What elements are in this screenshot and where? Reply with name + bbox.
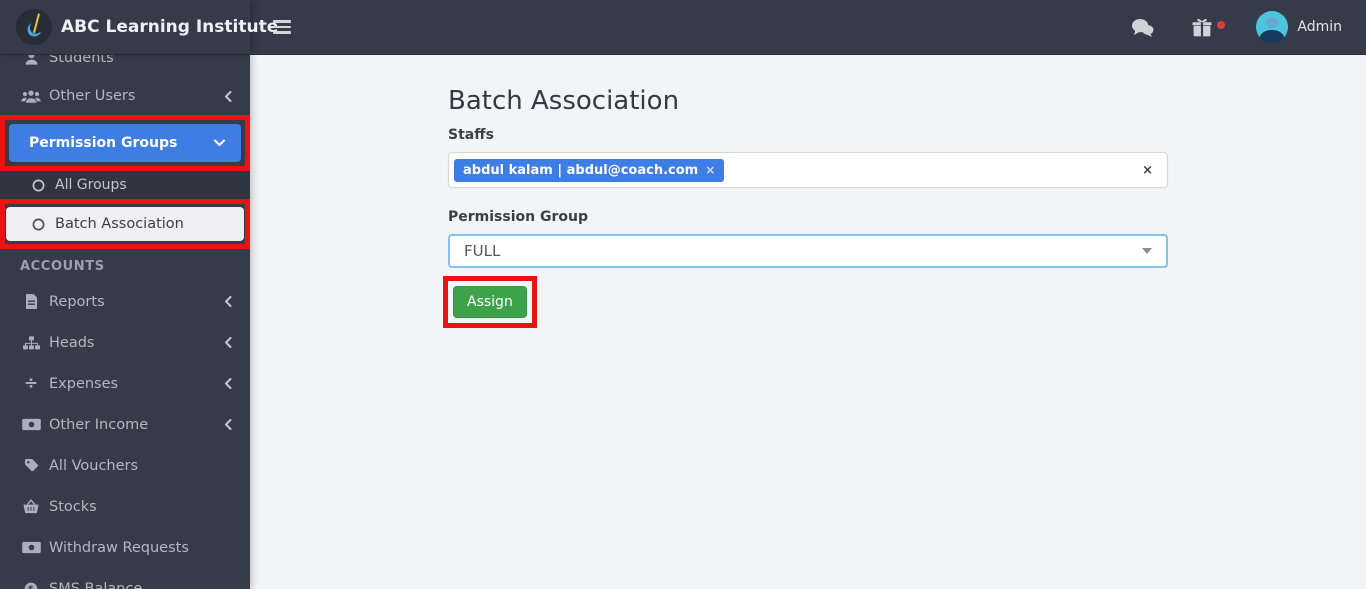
student-icon [20,55,42,66]
chevron-left-icon [224,378,232,389]
menu-toggle-button[interactable] [270,13,294,41]
sidebar-item-permission-groups[interactable]: Permission Groups [9,124,241,162]
money-icon [20,541,42,554]
clear-selection-icon[interactable]: × [1142,163,1153,178]
sidebar-item-withdraw-requests[interactable]: Withdraw Requests [0,527,250,568]
menu-icon [273,20,291,34]
staff-tag: abdul kalam | abdul@coach.com × [454,159,724,182]
permission-group-select[interactable]: FULL [448,234,1168,268]
sidebar-item-all-vouchers[interactable]: All Vouchers [0,445,250,486]
chevron-left-icon [224,337,232,348]
sidebar-item-reports[interactable]: Reports [0,281,250,322]
sidebar-item-label: Heads [49,335,224,351]
circle-icon [30,218,46,231]
sidebar-item-all-groups[interactable]: All Groups [0,171,250,199]
sidebar-section-accounts: ACCOUNTS [0,249,250,281]
chat-icon [1131,18,1154,37]
chevron-left-icon [224,419,232,430]
chevron-down-icon [214,139,225,147]
highlight-box-permission-groups: Permission Groups [0,115,250,171]
brand-logo-icon [16,9,52,45]
gift-icon [1192,18,1212,37]
report-icon [20,294,42,309]
sidebar-item-label: Reports [49,294,224,310]
sidebar-item-label: Stocks [49,499,232,515]
basket-icon [20,499,42,514]
profile-menu[interactable]: Admin [1256,11,1342,43]
sidebar-item-label: Batch Association [55,216,244,232]
chevron-left-icon [224,91,232,102]
caret-down-icon [1142,248,1152,254]
main-content: Batch Association Staffs abdul kalam | a… [250,55,1366,589]
money-icon [20,418,42,431]
tag-remove-icon[interactable]: × [705,163,715,177]
sidebar-item-stocks[interactable]: Stocks [0,486,250,527]
highlight-box-assign: Assign [443,276,537,328]
sidebar-item-sms-balance[interactable]: $ SMS Balance [0,568,250,589]
svg-text:$: $ [28,584,34,589]
tag-icon [20,458,42,473]
circle-icon [30,179,46,192]
permission-group-value: FULL [464,242,500,260]
sidebar-item-label: All Vouchers [49,458,232,474]
sidebar-item-label: All Groups [55,177,250,193]
sidebar-item-label: SMS Balance [49,581,232,589]
notification-dot [1217,21,1225,29]
sidebar-item-other-income[interactable]: Other Income [0,404,250,445]
users-icon [20,89,42,104]
sidebar-item-label: Students [49,55,232,66]
sidebar-item-heads[interactable]: Heads [0,322,250,363]
avatar [1256,11,1288,43]
top-navbar: ABC Learning Institute [0,0,1366,55]
staffs-multiselect[interactable]: abdul kalam | abdul@coach.com × × [448,152,1168,188]
divide-icon: ÷ [20,375,42,392]
sidebar-item-label: Permission Groups [29,135,214,151]
staff-tag-label: abdul kalam | abdul@coach.com [463,163,698,178]
gift-button[interactable] [1192,18,1212,37]
sidebar-item-label: Expenses [49,376,224,392]
chevron-left-icon [224,296,232,307]
sidebar-item-label: Other Users [49,88,224,104]
sidebar-item-batch-association[interactable]: Batch Association [6,207,244,241]
sitemap-icon [20,336,42,350]
sidebar-menu: Students Other Users Permission Groups [0,55,250,589]
admin-label: Admin [1297,19,1342,35]
brand-title: ABC Learning Institute [61,17,278,37]
sidebar-item-expenses[interactable]: ÷ Expenses [0,363,250,404]
sidebar-item-other-users[interactable]: Other Users [0,77,250,115]
brand[interactable]: ABC Learning Institute [0,0,250,54]
chat-button[interactable] [1131,18,1154,37]
navbar-right: Admin [1131,11,1366,43]
assign-button[interactable]: Assign [453,286,527,318]
sidebar-item-label: Other Income [49,417,224,433]
page-title: Batch Association [448,86,1168,116]
sidebar-item-students[interactable]: Students [0,55,250,77]
dollar-icon: $ [20,582,42,589]
batch-association-form: Batch Association Staffs abdul kalam | a… [448,55,1168,328]
permission-group-label: Permission Group [448,209,1168,225]
sidebar: Students Other Users Permission Groups [0,55,250,589]
staffs-label: Staffs [448,127,1168,143]
sidebar-item-label: Withdraw Requests [49,540,232,556]
highlight-box-batch-association: Batch Association [0,199,250,249]
